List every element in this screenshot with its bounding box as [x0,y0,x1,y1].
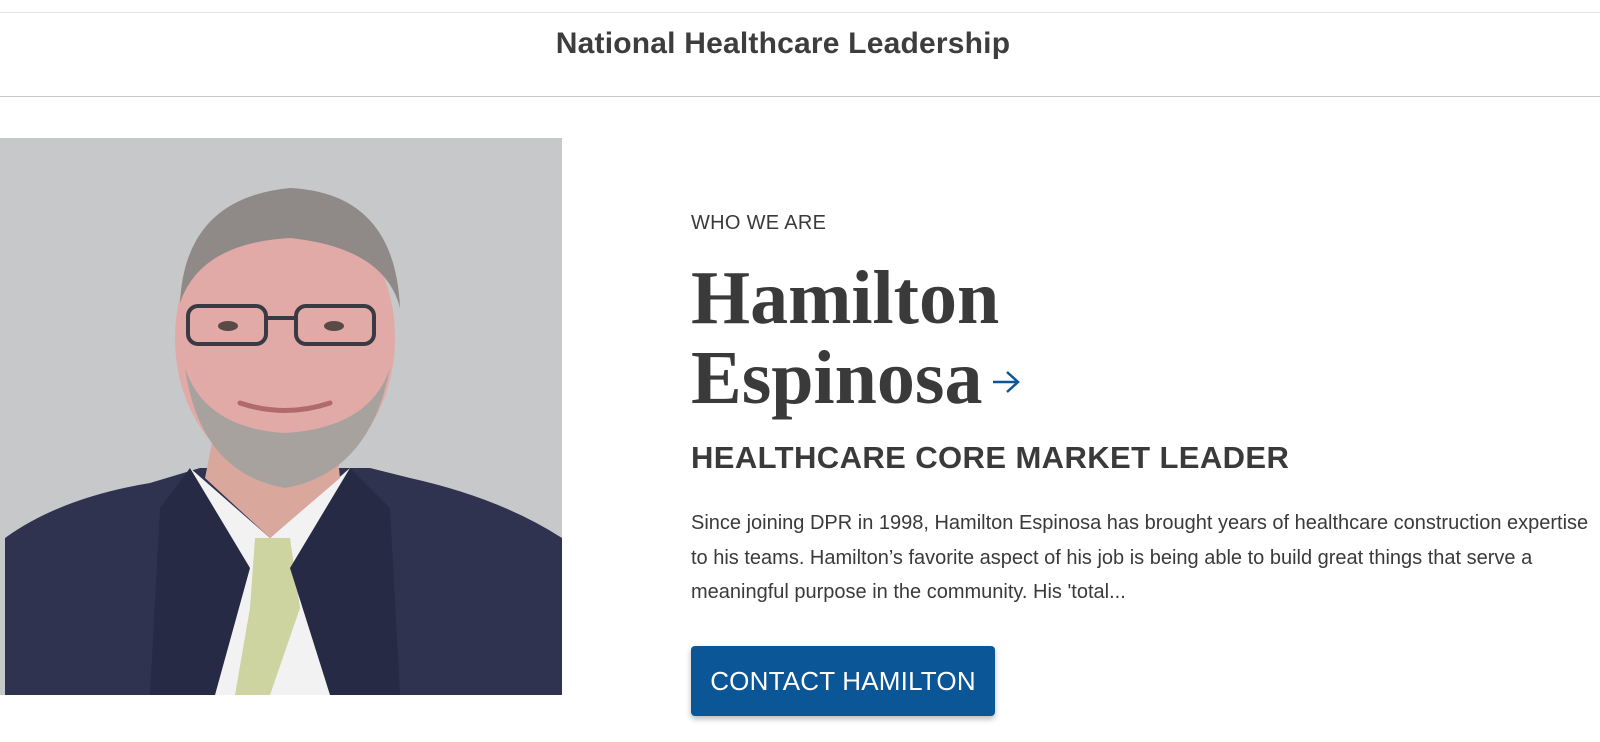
page-title: National Healthcare Leadership [555,27,1011,60]
portrait-image [0,138,562,695]
leader-role: HEALTHCARE CORE MARKET LEADER [691,440,1290,475]
leader-first-name[interactable]: Hamilton [691,258,1021,338]
leader-bio: Since joining DPR in 1998, Hamilton Espi… [691,512,1589,603]
contact-button[interactable]: CONTACT HAMILTON [691,646,995,716]
leader-portrait [0,138,562,695]
leader-last-name-line[interactable]: Espinosa [691,338,1021,426]
arrow-right-icon[interactable] [991,332,1021,412]
leader-last-name[interactable]: Espinosa [691,336,983,420]
section-eyebrow: WHO WE ARE [691,212,827,234]
leader-name[interactable]: Hamilton Espinosa [691,258,1021,426]
page-header: National Healthcare Leadership [0,13,1600,97]
